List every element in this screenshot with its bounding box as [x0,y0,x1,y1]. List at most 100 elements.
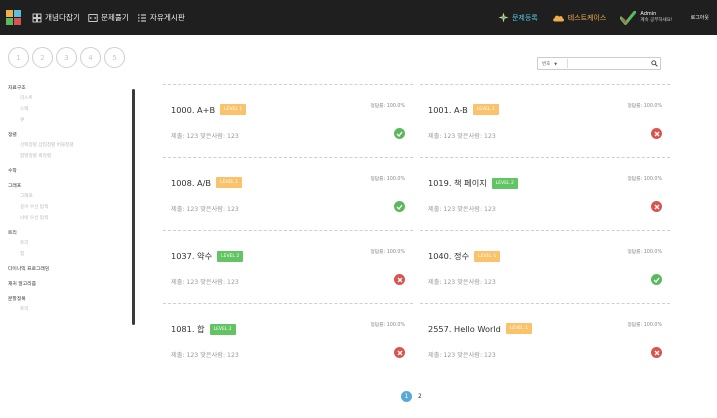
unsolved-x-icon [651,347,662,358]
step-circles: 1 2 3 4 5 [8,47,125,68]
nav-board[interactable]: 자유게시판 [137,12,185,23]
user-subtitle: 계속 공부하세요! [640,17,673,23]
sidebar-item[interactable]: 깊이 우선 탐색 [8,204,126,211]
sidebar-item[interactable]: 리스트 [8,95,126,102]
card-divider [420,84,670,85]
nav-concept-label: 개념다잡기 [45,13,80,22]
problem-name[interactable]: 1037. 약수 [171,250,212,262]
sidebar-section[interactable]: 정렬 [8,132,126,139]
step-circle-5[interactable]: 5 [104,47,125,68]
testcase-link[interactable]: 테스트케이스 [552,13,607,23]
problem-title[interactable]: 1000. A+B LEVEL 1 [171,104,247,115]
code-icon [88,13,98,22]
page-link[interactable]: 2 [418,393,422,400]
sidebar-section[interactable]: 재귀 알고리즘 [8,281,126,288]
problem-card[interactable]: 1001. A-B LEVEL 1 정답률: 100.0% 제출: 123 맞은사람:… [420,84,670,146]
sparkle-icon [498,12,509,23]
problem-name[interactable]: 1000. A+B [171,105,215,115]
sidebar-item[interactable]: 선택정렬 삽입정렬 버블정렬 [8,142,126,149]
unsolved-x-icon [394,347,405,358]
problem-card[interactable]: 1037. 약수 LEVEL 2 정답률: 100.0% 제출: 123 맞은사람: … [163,230,413,292]
problem-name[interactable]: 2557. Hello World [428,324,501,334]
solved-check-icon [394,128,405,139]
submission-stats: 제출: 123 맞은사람: 123 [428,133,496,140]
level-badge: LEVEL 2 [491,177,518,189]
problem-card[interactable]: 1019. 책 페이지 LEVEL 2 정답률: 100.0% 제출: 123 맞은사… [420,157,670,219]
nav-concept[interactable]: 개념다잡기 [32,12,80,23]
list-icon [137,14,146,21]
nav-problems[interactable]: 문제풀기 [88,12,129,23]
sidebar-scrollbar[interactable] [132,89,135,325]
submission-stats: 제출: 123 맞은사람: 123 [171,206,239,213]
logo-icon[interactable] [6,9,22,26]
problem-name[interactable]: 1040. 정수 [428,250,469,262]
step-circle-1[interactable]: 1 [8,47,29,68]
problem-title[interactable]: 1081. 합 LEVEL 2 [171,323,236,335]
problem-name[interactable]: 1081. 합 [171,323,205,335]
solved-check-icon [394,201,405,212]
sidebar-item[interactable]: 그래프 [8,193,126,200]
sidebar-item[interactable]: 너비 우선 탐색 [8,215,126,222]
problem-name[interactable]: 1001. A-B [428,105,468,115]
submission-stats: 제출: 123 맞은사람: 123 [171,352,239,359]
sidebar-item[interactable]: 트리 [8,306,126,313]
sidebar: 1 2 3 4 5 자료구조리스트스택큐정렬선택정렬 삽입정렬 버블정렬합병정렬… [0,35,140,418]
register-problem-link[interactable]: 문제등록 [498,12,538,23]
card-divider [163,84,413,85]
search-input[interactable] [568,58,648,69]
problem-card[interactable]: 1000. A+B LEVEL 1 정답률: 100.0% 제출: 123 맞은사람:… [163,84,413,146]
sidebar-section[interactable]: 분할정복 [8,296,126,303]
sidebar-section[interactable]: 수학 [8,168,126,175]
problem-title[interactable]: 2557. Hello World LEVEL 1 [428,323,532,334]
page-link[interactable]: 1 [401,391,412,402]
problem-title[interactable]: 1019. 책 페이지 LEVEL 2 [428,177,518,189]
level-badge: LEVEL 2 [217,250,244,262]
level-badge: LEVEL 1 [216,177,243,188]
step-circle-4[interactable]: 4 [80,47,101,68]
sidebar-section[interactable]: 그래프 [8,183,126,190]
search-category-select[interactable]: 번호 ▼ [538,59,568,68]
card-divider [163,303,413,304]
problem-card[interactable]: 1008. A/B LEVEL 1 정답률: 100.0% 제출: 123 맞은사람:… [163,157,413,219]
sidebar-item[interactable]: 힙 [8,251,126,258]
problem-title[interactable]: 1001. A-B LEVEL 1 [428,104,499,115]
submission-stats: 제출: 123 맞은사람: 123 [428,279,496,286]
register-problem-label: 문제등록 [511,13,538,22]
problem-name[interactable]: 1008. A/B [171,178,211,188]
problem-title[interactable]: 1037. 약수 LEVEL 2 [171,250,244,262]
level-badge: LEVEL 1 [472,104,499,115]
step-circle-3[interactable]: 3 [56,47,77,68]
problem-title[interactable]: 1040. 정수 LEVEL 1 [428,250,501,262]
problem-name[interactable]: 1019. 책 페이지 [428,177,487,189]
category-menu: 자료구조 리스트 스택 큐 정렬 선택정렬 삽입정렬 버블정렬 합병정렬 퀵정렬 수학 그래프 그… [8,85,126,317]
search-icon[interactable] [648,60,660,67]
level-badge: LEVEL 2 [209,323,236,335]
level-badge: LEVEL 1 [474,250,501,262]
problem-title[interactable]: 1008. A/B LEVEL 1 [171,177,243,188]
step-circle-2[interactable]: 2 [32,47,53,68]
sidebar-section[interactable]: 트리 [8,230,126,237]
card-divider [420,157,670,158]
sidebar-section[interactable]: 자료구조 [8,85,126,92]
accuracy-rate: 정답률: 100.0% [627,104,662,109]
sidebar-item[interactable]: 스택 [8,106,126,113]
logout-button[interactable]: 로그아웃 [691,14,709,21]
card-divider [420,303,670,304]
top-nav-bar: 개념다잡기 문제풀기 자유게시판 문제등록 테스트케이스 Admin 계속 공부… [0,0,717,35]
sidebar-item[interactable]: 트리 [8,240,126,247]
sidebar-section[interactable]: 다이나믹 프로그래밍 [8,266,126,273]
problem-card[interactable]: 2557. Hello World LEVEL 1 정답률: 100.0% 제출: 1… [420,303,670,365]
sidebar-item[interactable]: 큐 [8,117,126,124]
search-bar: 번호 ▼ [537,57,661,70]
sidebar-item[interactable]: 합병정렬 퀵정렬 [8,153,126,160]
problem-card[interactable]: 1081. 합 LEVEL 2 정답률: 100.0% 제출: 123 맞은사람: 1… [163,303,413,365]
submission-stats: 제출: 123 맞은사람: 123 [428,206,496,213]
card-divider [420,230,670,231]
problem-card[interactable]: 1040. 정수 LEVEL 1 정답률: 100.0% 제출: 123 맞은사람: … [420,230,670,292]
card-divider [163,230,413,231]
user-info[interactable]: Admin 계속 공부하세요! [640,11,672,23]
chevron-down-icon: ▼ [554,61,558,66]
submission-stats: 제출: 123 맞은사람: 123 [171,279,239,286]
testcase-label: 테스트케이스 [567,13,607,22]
main-nav: 개념다잡기 문제풀기 자유게시판 [32,12,185,23]
